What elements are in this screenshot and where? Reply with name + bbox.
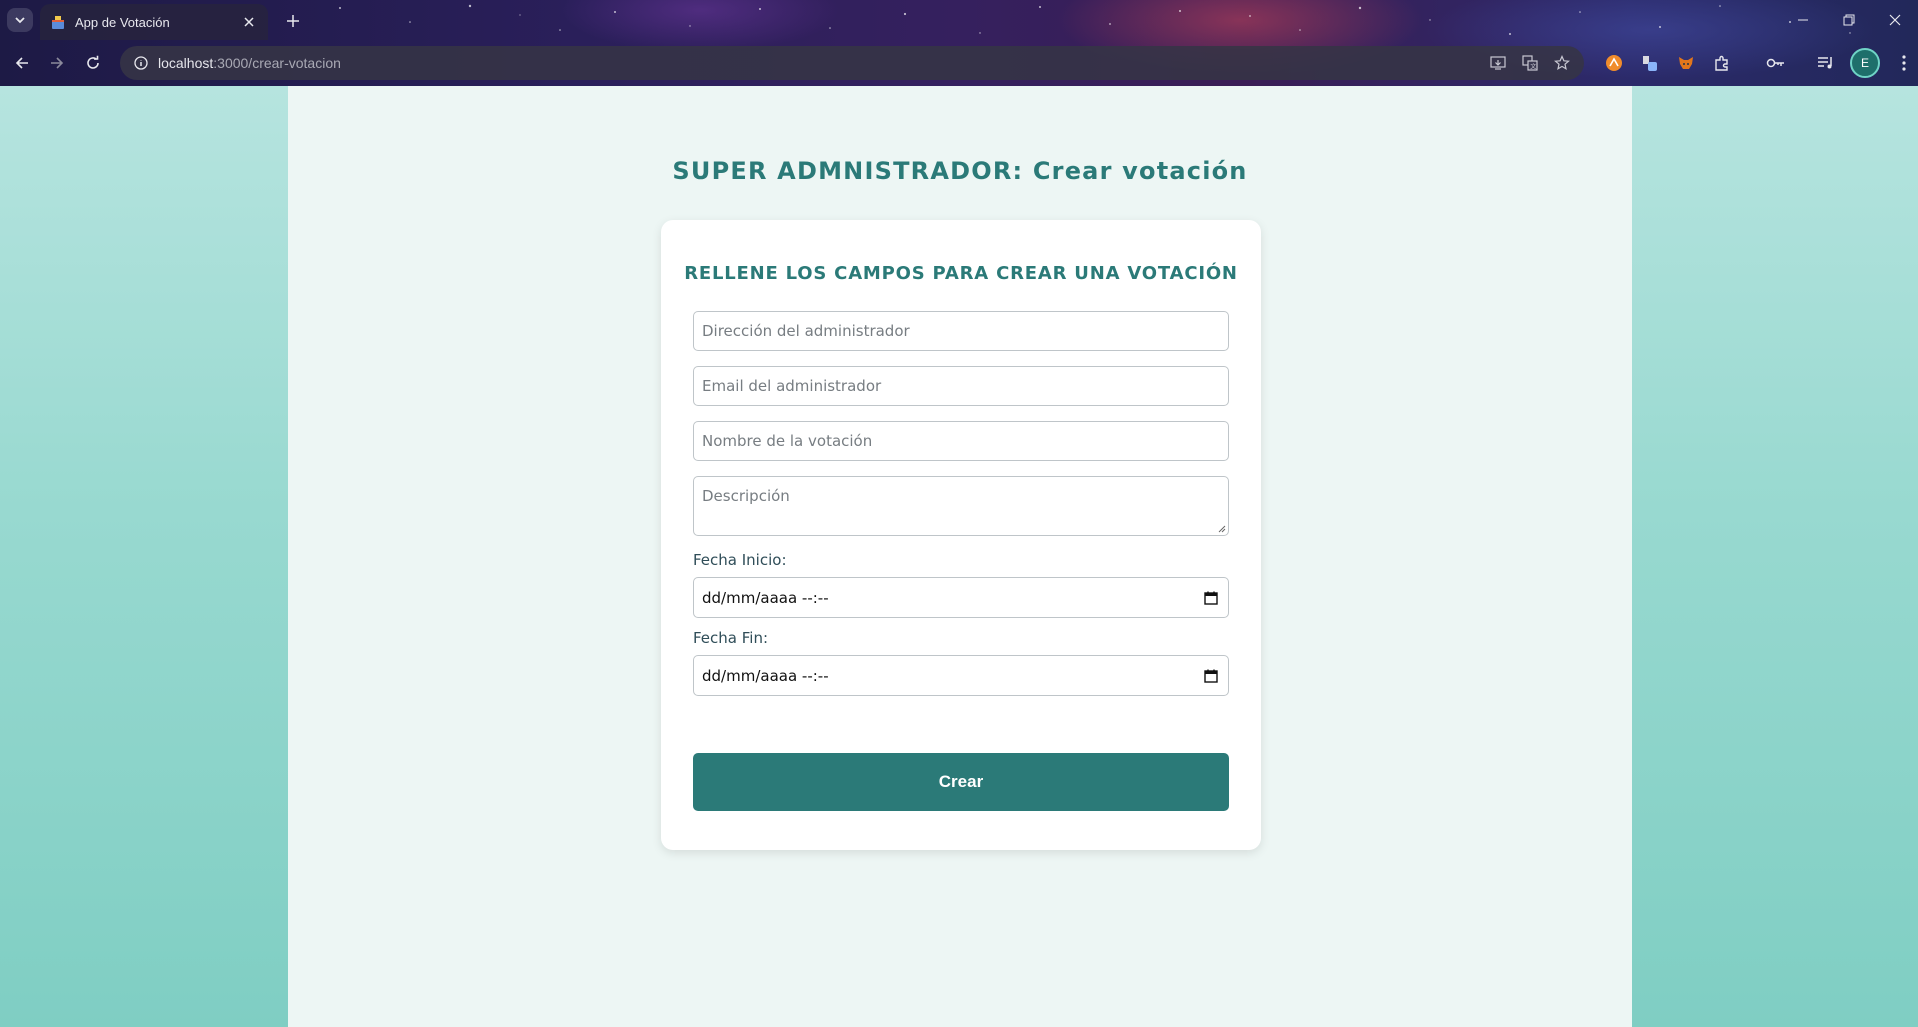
metamask-fox-icon[interactable] xyxy=(1668,45,1704,81)
end-date-label: Fecha Fin: xyxy=(693,629,769,647)
start-date-input[interactable]: dd/mm/aaaa --:-- xyxy=(693,577,1229,618)
media-queue-icon[interactable] xyxy=(1808,45,1844,81)
profile-avatar[interactable]: E xyxy=(1850,48,1880,78)
svg-text:文: 文 xyxy=(1530,63,1536,71)
form-title: RELLENE LOS CAMPOS PARA CREAR UNA VOTACI… xyxy=(684,263,1238,284)
url-host: localhost xyxy=(158,55,214,71)
reload-button[interactable] xyxy=(80,50,106,76)
browser-chrome: App de Votación localhost:3000/crear-vot… xyxy=(0,0,1918,86)
url-text: localhost:3000/crear-votacion xyxy=(158,55,341,71)
address-bar[interactable]: localhost:3000/crear-votacion 文 xyxy=(120,46,1584,80)
url-path: :3000/crear-votacion xyxy=(213,55,341,71)
tab-search-button[interactable] xyxy=(7,8,33,32)
forward-button[interactable] xyxy=(44,50,70,76)
create-vote-form: RELLENE LOS CAMPOS PARA CREAR UNA VOTACI… xyxy=(661,220,1261,850)
bookmark-star-icon[interactable] xyxy=(1548,49,1576,77)
calendar-icon[interactable] xyxy=(1202,589,1220,607)
extension-orange-icon[interactable] xyxy=(1596,45,1632,81)
page-title: SUPER ADMNISTRADOR: Crear votación xyxy=(672,157,1248,185)
window-controls xyxy=(1780,0,1918,40)
plus-icon xyxy=(287,15,299,27)
calendar-icon[interactable] xyxy=(1202,667,1220,685)
arrow-left-icon xyxy=(15,57,28,69)
page-viewport: SUPER ADMNISTRADOR: Crear votación RELLE… xyxy=(0,86,1918,1027)
start-date-label: Fecha Inicio: xyxy=(693,551,787,569)
restore-icon xyxy=(1843,14,1855,26)
resize-grip-icon[interactable] xyxy=(1216,523,1226,533)
tab-strip: App de Votación xyxy=(0,0,1918,40)
arrow-right-icon xyxy=(51,57,64,69)
description-textarea[interactable] xyxy=(693,476,1229,536)
address-bar-actions: 文 xyxy=(1484,46,1576,80)
tab-title: App de Votación xyxy=(75,14,170,30)
page-column: SUPER ADMNISTRADOR: Crear votación RELLE… xyxy=(288,86,1632,1027)
admin-address-input[interactable] xyxy=(693,311,1229,351)
browser-menu-icon[interactable] xyxy=(1886,45,1918,81)
minimize-icon xyxy=(1798,19,1808,21)
admin-email-input[interactable] xyxy=(693,366,1229,406)
browser-toolbar: localhost:3000/crear-votacion 文 E xyxy=(0,44,1918,82)
tab-app-votacion[interactable]: App de Votación xyxy=(40,4,268,40)
create-button[interactable]: Crear xyxy=(693,753,1229,811)
extension-blue-icon[interactable] xyxy=(1632,45,1668,81)
vote-name-input[interactable] xyxy=(693,421,1229,461)
site-info-icon[interactable] xyxy=(124,46,158,80)
back-button[interactable] xyxy=(9,50,35,76)
close-tab-icon[interactable] xyxy=(240,13,258,31)
minimize-button[interactable] xyxy=(1780,0,1826,40)
end-date-input[interactable]: dd/mm/aaaa --:-- xyxy=(693,655,1229,696)
end-date-value: dd/mm/aaaa --:-- xyxy=(702,666,829,685)
restore-button[interactable] xyxy=(1826,0,1872,40)
close-icon xyxy=(1889,14,1901,26)
chevron-down-icon xyxy=(15,17,25,24)
password-key-icon[interactable] xyxy=(1758,45,1794,81)
extensions-puzzle-icon[interactable] xyxy=(1704,45,1740,81)
translate-icon[interactable]: 文 xyxy=(1516,49,1544,77)
reload-icon xyxy=(87,55,99,69)
ballot-box-icon xyxy=(50,14,66,30)
new-tab-button[interactable] xyxy=(282,10,304,32)
close-window-button[interactable] xyxy=(1872,0,1918,40)
install-app-icon[interactable] xyxy=(1484,49,1512,77)
extensions-area: E xyxy=(1596,44,1918,82)
start-date-value: dd/mm/aaaa --:-- xyxy=(702,588,829,607)
